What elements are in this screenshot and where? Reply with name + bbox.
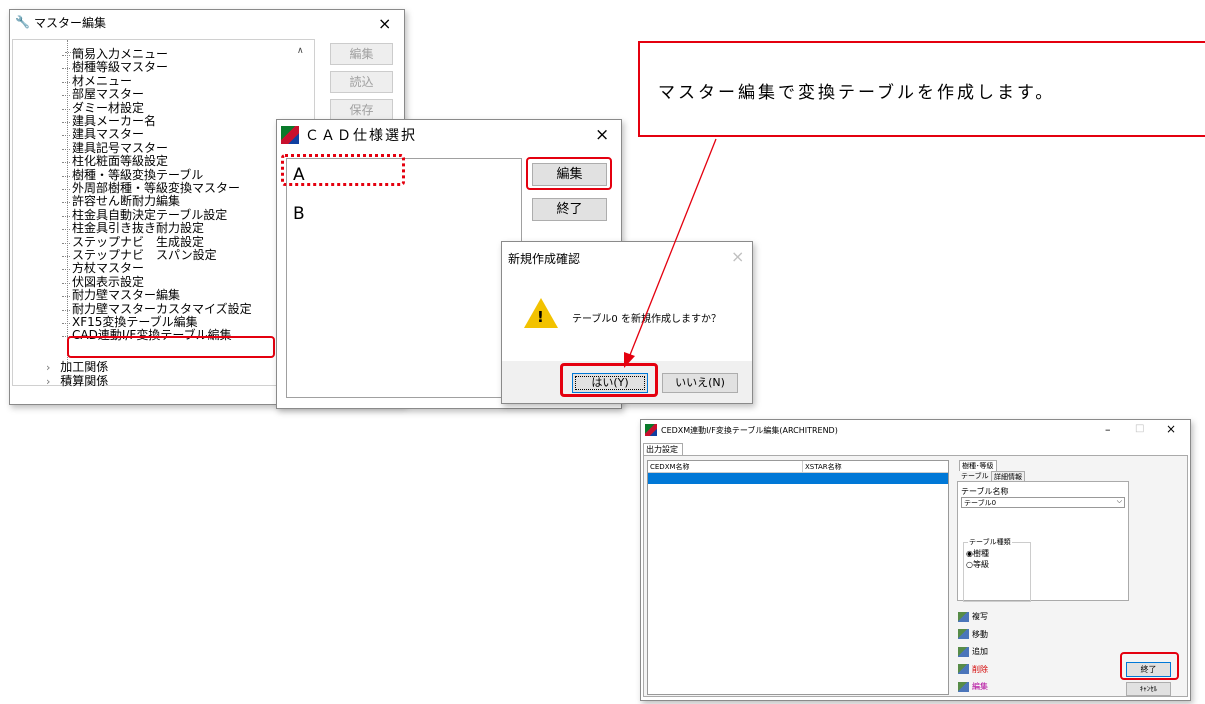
tab-species-grade[interactable]: 樹種･等級: [959, 460, 997, 471]
radio-selected-icon: ◉: [966, 549, 973, 558]
close-icon[interactable]: ×: [1166, 422, 1176, 436]
minimize-icon[interactable]: –: [1105, 423, 1111, 436]
tab-table[interactable]: テーブル: [959, 471, 991, 481]
editor-window: CEDXM連動I/F変換テーブル編集(ARCHITREND) – □ × 出力設…: [640, 419, 1191, 701]
table-name-select[interactable]: テーブル0 ⌵: [961, 497, 1125, 508]
copy-icon: [958, 611, 969, 622]
action-label: 移動: [972, 629, 988, 639]
editor-title: CEDXM連動I/F変換テーブル編集(ARCHITREND): [661, 426, 838, 435]
add-icon: [958, 646, 969, 657]
column-divider: [802, 461, 803, 472]
action-copy[interactable]: 複写: [958, 611, 988, 622]
table-name-value: テーブル0: [964, 499, 997, 507]
action-label: 複写: [972, 612, 988, 621]
radio-species[interactable]: ◉樹種: [966, 548, 989, 559]
action-move[interactable]: 移動: [958, 629, 988, 640]
radio-label: 樹種: [972, 549, 989, 558]
app-logo-icon: [645, 424, 657, 436]
column-header[interactable]: CEDXM名称: [650, 462, 690, 472]
radio-grade[interactable]: ○等級: [966, 559, 989, 570]
table-row[interactable]: [648, 473, 948, 484]
edit-icon: [958, 681, 969, 692]
action-label: 追加: [972, 647, 988, 656]
column-header[interactable]: XSTAR名称: [805, 462, 842, 472]
mapping-table[interactable]: CEDXM名称 XSTAR名称: [647, 460, 949, 695]
action-add[interactable]: 追加: [958, 646, 988, 657]
move-icon: [958, 629, 969, 639]
radio-empty-icon: ○: [966, 560, 973, 569]
action-edit[interactable]: 編集: [958, 681, 988, 692]
action-delete[interactable]: 削除: [958, 664, 988, 675]
highlight-exit-button: [1120, 652, 1179, 680]
table-type-label: テーブル種類: [968, 537, 1012, 547]
action-label: 編集: [972, 682, 988, 691]
delete-icon: [958, 664, 969, 674]
editor-cancel-button[interactable]: ｷｬﾝｾﾙ: [1126, 682, 1171, 696]
radio-label: 等級: [972, 560, 989, 569]
chevron-down-icon: ⌵: [1116, 497, 1122, 505]
maximize-icon[interactable]: □: [1135, 423, 1144, 434]
action-label: 削除: [972, 664, 988, 674]
table-header: CEDXM名称 XSTAR名称: [648, 461, 948, 473]
table-name-label: テーブル名称: [961, 487, 1009, 496]
editor-title-bar: CEDXM連動I/F変換テーブル編集(ARCHITREND) – □ ×: [641, 420, 1190, 442]
